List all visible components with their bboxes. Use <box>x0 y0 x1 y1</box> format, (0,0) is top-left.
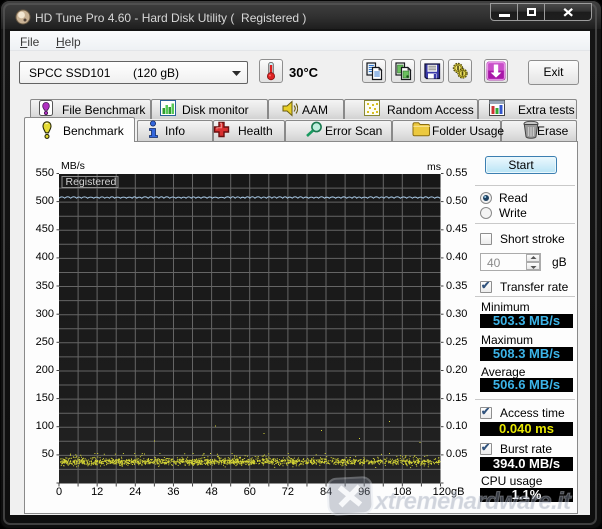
svg-text:xtremehardware.it: xtremehardware.it <box>373 488 572 515</box>
